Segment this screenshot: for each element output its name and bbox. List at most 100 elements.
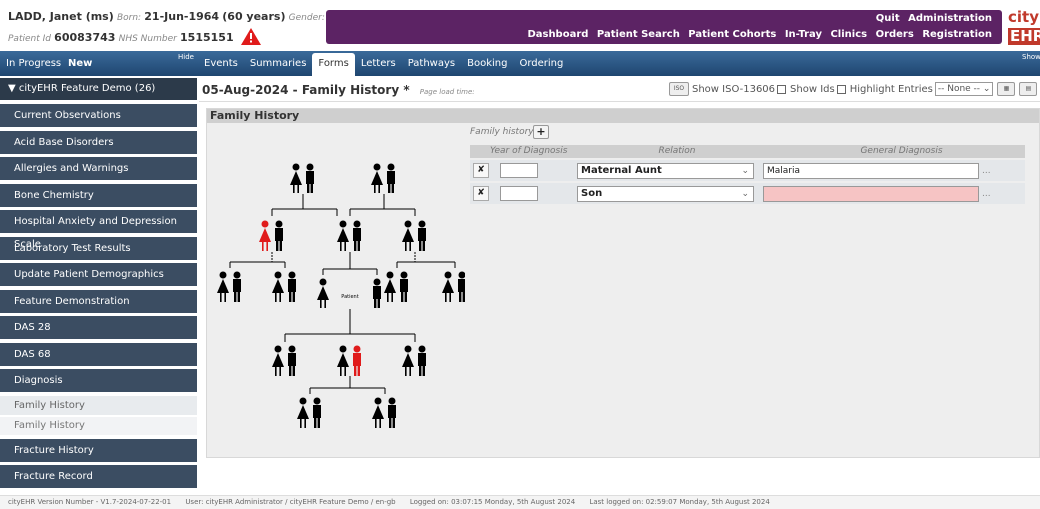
export-icon[interactable]: ▦ bbox=[997, 82, 1016, 96]
tab-booking[interactable]: Booking bbox=[461, 51, 513, 76]
daughter-partner-figure bbox=[288, 345, 296, 376]
cityehr-logo: city EHR bbox=[1008, 10, 1040, 45]
sidebar: ▼ cityEHR Feature Demo (26) Current Obse… bbox=[0, 78, 197, 495]
grandmother-maternal-figure bbox=[290, 163, 302, 193]
father-figure bbox=[353, 220, 361, 251]
sidebar-item-acid-base-disorders[interactable]: Acid Base Disorders bbox=[0, 130, 197, 154]
nav-patient-search[interactable]: Patient Search bbox=[597, 29, 680, 40]
year-of-diagnosis-input[interactable] bbox=[500, 163, 538, 178]
paternal-cousin-male-figure bbox=[400, 271, 408, 302]
more-options-icon[interactable]: ... bbox=[982, 166, 991, 176]
grandchild2-male-figure bbox=[388, 397, 396, 428]
child3-male-figure bbox=[418, 345, 426, 376]
year-of-diagnosis-input[interactable] bbox=[500, 186, 538, 201]
show-ids-checkbox[interactable] bbox=[836, 84, 846, 94]
sidebar-item-diagnosis[interactable]: Diagnosis bbox=[0, 369, 197, 392]
sidebar-item-update-demographics[interactable]: Update Patient Demographics bbox=[0, 263, 197, 286]
sidebar-item-current-observations[interactable]: Current Observations bbox=[0, 104, 197, 127]
sister-figure bbox=[317, 278, 329, 308]
form-title: 05-Aug-2024 - Family History * Page load… bbox=[202, 83, 475, 97]
chevron-down-icon: ⌄ bbox=[741, 188, 749, 199]
tab-ordering[interactable]: Ordering bbox=[513, 51, 569, 76]
tab-events[interactable]: Events bbox=[198, 51, 244, 76]
highlight-select[interactable]: -- None -- ⌄ bbox=[934, 82, 994, 96]
sidebar-item-hads[interactable]: Hospital Anxiety and Depression Scale bbox=[0, 210, 197, 250]
nhs-label: NHS Number bbox=[118, 34, 177, 44]
hide-sidebar-button[interactable]: Hide bbox=[178, 53, 194, 61]
show-panel-button[interactable]: Show bbox=[1022, 53, 1040, 61]
tab-forms[interactable]: Forms bbox=[312, 53, 355, 76]
nav-quit[interactable]: Quit bbox=[876, 13, 900, 24]
sidebar-group-header[interactable]: ▼ cityEHR Feature Demo (26) bbox=[0, 78, 197, 100]
more-options-icon[interactable]: ... bbox=[982, 189, 991, 199]
nav-clinics[interactable]: Clinics bbox=[830, 29, 867, 40]
col-general-diagnosis: General Diagnosis bbox=[860, 146, 943, 156]
born-label: Born: bbox=[116, 13, 142, 23]
son-figure bbox=[353, 345, 361, 376]
table-header: Year of Diagnosis Relation General Diagn… bbox=[470, 145, 1025, 158]
highlight-label: Highlight Entries bbox=[849, 83, 933, 95]
relation-select[interactable]: Maternal Aunt ⌄ bbox=[577, 162, 754, 179]
son-partner-figure bbox=[337, 345, 349, 376]
chevron-down-icon: ⌄ bbox=[741, 165, 749, 176]
maternal-uncle-figure bbox=[275, 220, 283, 251]
nav-dashboard[interactable]: Dashboard bbox=[527, 29, 588, 40]
general-diagnosis-input[interactable]: Malaria bbox=[763, 162, 979, 179]
iso-button[interactable]: ISO bbox=[669, 82, 689, 96]
new-link[interactable]: New bbox=[68, 58, 92, 69]
view-tabs: Events Summaries Forms Letters Pathways … bbox=[198, 51, 569, 76]
sidebar-item-family-history[interactable]: Family History bbox=[0, 395, 197, 415]
nav-orders[interactable]: Orders bbox=[876, 29, 914, 40]
maternal-cousin-female-figure bbox=[217, 271, 229, 302]
maternal-cousin-male-figure bbox=[233, 271, 241, 302]
family-history-table: Year of Diagnosis Relation General Diagn… bbox=[470, 145, 1025, 204]
top-navigation: Quit Administration Dashboard Patient Se… bbox=[326, 10, 1002, 44]
form-header: 05-Aug-2024 - Family History * Page load… bbox=[199, 78, 1040, 102]
nav-in-tray[interactable]: In-Tray bbox=[785, 29, 822, 40]
family-history-label: Family history bbox=[470, 127, 534, 137]
delete-row-button[interactable]: ✘ bbox=[473, 163, 489, 178]
highlight-select-value: -- None -- bbox=[937, 84, 981, 94]
sidebar-item-das28[interactable]: DAS 28 bbox=[0, 316, 197, 339]
sidebar-item-das68[interactable]: DAS 68 bbox=[0, 342, 197, 366]
grandchild2-female-figure bbox=[372, 397, 384, 428]
sidebar-item-bone-chemistry[interactable]: Bone Chemistry bbox=[0, 183, 197, 207]
logo-line2: EHR bbox=[1008, 28, 1040, 45]
form-toolbar: ISO Show ISO-13606 Show Ids Highlight En… bbox=[665, 82, 1040, 96]
paternal-uncle-figure bbox=[418, 220, 426, 251]
patient-id: 60083743 bbox=[54, 31, 116, 44]
col-year-of-diagnosis: Year of Diagnosis bbox=[490, 146, 568, 156]
patient-dob: 21-Jun-1964 bbox=[144, 10, 220, 23]
in-progress-link[interactable]: In Progress bbox=[6, 58, 61, 69]
tab-pathways[interactable]: Pathways bbox=[402, 51, 461, 76]
sidebar-item-fracture-record[interactable]: Fracture Record bbox=[0, 465, 197, 488]
section-title: Family History bbox=[207, 109, 1039, 123]
sidebar-item-feature-demonstration[interactable]: Feature Demonstration bbox=[0, 289, 197, 313]
sidebar-item-allergies-warnings[interactable]: Allergies and Warnings bbox=[0, 157, 197, 180]
nav-registration[interactable]: Registration bbox=[922, 29, 992, 40]
tab-summaries[interactable]: Summaries bbox=[244, 51, 313, 76]
nhs-number: 1515151 bbox=[180, 31, 234, 44]
add-family-history-button[interactable]: + bbox=[533, 125, 549, 139]
sidebar-item-fracture-history[interactable]: Fracture History bbox=[0, 438, 197, 462]
warning-icon[interactable] bbox=[240, 28, 261, 45]
relation-select[interactable]: Son ⌄ bbox=[577, 185, 754, 202]
sidebar-subitem-family-history[interactable]: Family History bbox=[0, 416, 197, 435]
print-icon[interactable]: ▤ bbox=[1019, 82, 1038, 96]
patient-name: LADD, Janet (ms) bbox=[8, 10, 114, 23]
pid-label: Patient Id bbox=[8, 34, 51, 44]
sidebar-item-lab-results[interactable]: Laboratory Test Results bbox=[0, 236, 197, 260]
show-iso-checkbox[interactable] bbox=[777, 84, 787, 94]
family-history-section: Family History Patient Family history + … bbox=[206, 108, 1040, 458]
nav-administration[interactable]: Administration bbox=[908, 13, 992, 24]
col-relation: Relation bbox=[658, 146, 696, 156]
tab-bar: In Progress New Hide Events Summaries Fo… bbox=[0, 51, 1040, 76]
footer-user: User: cityEHR Administrator / cityEHR Fe… bbox=[185, 498, 396, 506]
nav-patient-cohorts[interactable]: Patient Cohorts bbox=[688, 29, 776, 40]
general-diagnosis-input[interactable] bbox=[763, 185, 979, 202]
paternal-aunt-figure bbox=[402, 220, 414, 251]
delete-row-button[interactable]: ✘ bbox=[473, 186, 489, 201]
form-title-text: 05-Aug-2024 - Family History * bbox=[202, 83, 410, 97]
mother-figure bbox=[337, 220, 349, 251]
tab-letters[interactable]: Letters bbox=[355, 51, 402, 76]
